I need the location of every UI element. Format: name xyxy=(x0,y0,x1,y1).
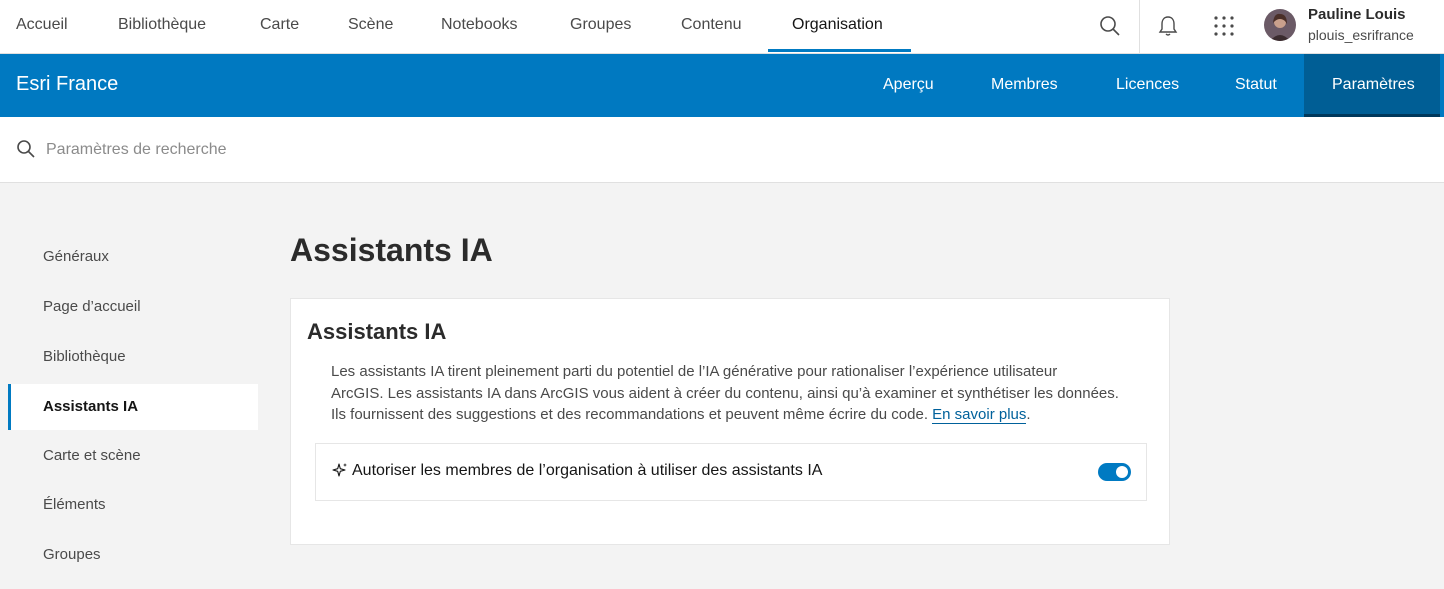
nav-scene[interactable]: Scène xyxy=(348,0,393,51)
sidebar-item-groupes[interactable]: Groupes xyxy=(8,532,258,578)
nav-bibliotheque[interactable]: Bibliothèque xyxy=(118,0,206,51)
nav-accueil[interactable]: Accueil xyxy=(16,0,68,51)
tab-licences[interactable]: Licences xyxy=(1116,54,1179,117)
allow-ai-assistants-setting: Autoriser les membres de l’organisation … xyxy=(315,443,1147,501)
setting-label: Autoriser les membres de l’organisation … xyxy=(352,462,823,479)
nav-divider xyxy=(1139,0,1140,54)
description-line: Ils fournissent des suggestions et des r… xyxy=(331,406,928,423)
description-line: ArcGIS. Les assistants IA dans ArcGIS vo… xyxy=(331,384,1119,402)
page-title: Assistants IA xyxy=(290,232,493,268)
organization-title: Esri France xyxy=(16,73,119,95)
user-name[interactable]: Pauline Louis xyxy=(1308,6,1406,23)
top-navigation: Accueil Bibliothèque Carte Scène Noteboo… xyxy=(0,0,1444,54)
toggle-knob xyxy=(1116,466,1128,478)
app-launcher-button[interactable] xyxy=(1208,10,1240,42)
nav-contenu[interactable]: Contenu xyxy=(681,0,742,51)
organization-header: Esri France Aperçu Membres Licences Stat… xyxy=(0,54,1444,117)
tab-parametres[interactable]: Paramètres xyxy=(1332,54,1415,117)
assistants-ia-card: Assistants IA Les assistants IA tirent p… xyxy=(290,298,1170,545)
sidebar-item-assistants-ia[interactable]: Assistants IA xyxy=(8,384,258,430)
settings-search-bar xyxy=(0,117,1444,183)
allow-ai-assistants-toggle[interactable] xyxy=(1098,463,1131,481)
search-icon xyxy=(1100,16,1120,36)
sidebar-item-carte-scene[interactable]: Carte et scène xyxy=(8,433,258,479)
sidebar-item-elements[interactable]: Éléments xyxy=(8,482,258,528)
description-period: . xyxy=(1026,406,1031,423)
tab-statut[interactable]: Statut xyxy=(1235,54,1277,117)
card-title: Assistants IA xyxy=(307,319,447,344)
nav-notebooks[interactable]: Notebooks xyxy=(441,0,518,51)
sidebar-item-page-accueil[interactable]: Page d’accueil xyxy=(8,284,258,330)
nav-carte[interactable]: Carte xyxy=(260,0,299,51)
avatar[interactable] xyxy=(1264,9,1296,41)
app-launcher-icon xyxy=(1214,16,1234,36)
learn-more-link[interactable]: En savoir plus xyxy=(932,406,1027,424)
card-description: Les assistants IA tirent pleinement part… xyxy=(331,361,1131,426)
tab-membres[interactable]: Membres xyxy=(991,54,1058,117)
search-icon xyxy=(17,140,35,158)
sparkle-icon xyxy=(332,463,347,477)
tab-apercu[interactable]: Aperçu xyxy=(883,54,934,117)
search-button[interactable] xyxy=(1094,10,1126,42)
nav-groupes[interactable]: Groupes xyxy=(570,0,631,51)
notifications-button[interactable] xyxy=(1152,10,1184,42)
nav-organisation[interactable]: Organisation xyxy=(792,0,883,51)
nav-active-indicator xyxy=(768,49,911,52)
description-line: Les assistants IA tirent pleinement part… xyxy=(331,363,1058,380)
bell-icon xyxy=(1158,16,1178,36)
user-handle[interactable]: plouis_esrifrance xyxy=(1308,27,1414,43)
settings-search-input[interactable] xyxy=(46,137,646,163)
sidebar-item-bibliotheque[interactable]: Bibliothèque xyxy=(8,334,258,380)
sidebar-item-generaux[interactable]: Généraux xyxy=(8,234,258,280)
